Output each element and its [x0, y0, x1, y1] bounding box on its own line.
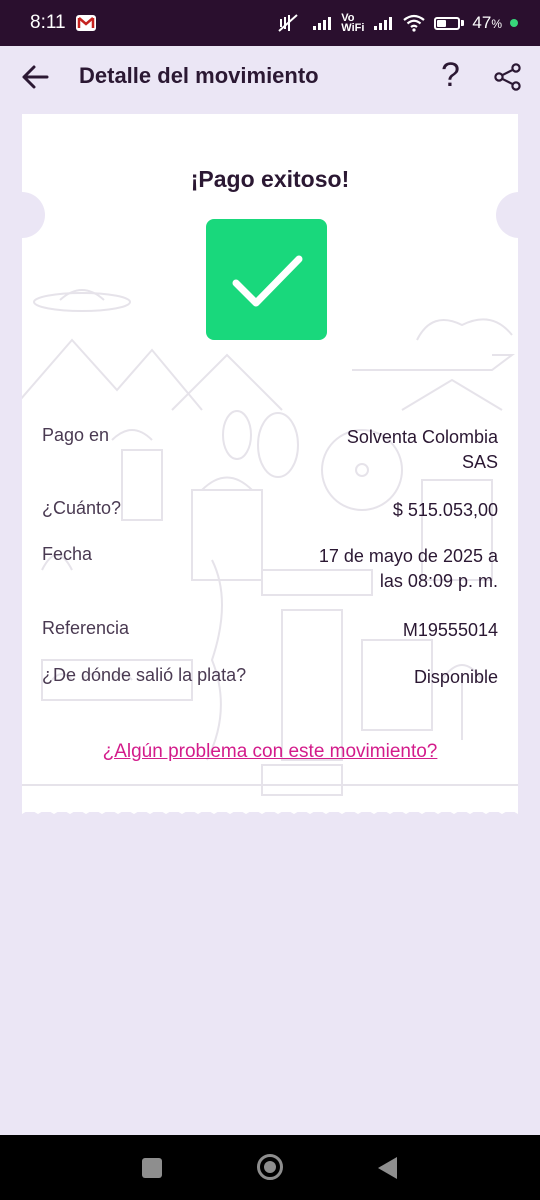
- detail-label: Fecha: [42, 544, 93, 564]
- gmail-icon: [75, 15, 96, 31]
- status-bar-left: 8:11: [30, 12, 96, 34]
- back-button-icon[interactable]: [377, 1156, 399, 1180]
- check-icon: [232, 255, 303, 307]
- back-arrow-icon[interactable]: [20, 62, 50, 92]
- detail-value: M19555014: [402, 620, 498, 640]
- success-status-badge: [206, 219, 327, 340]
- recents-button-icon[interactable]: [141, 1157, 163, 1179]
- detail-label: ¿De dónde salió la plata?: [42, 665, 247, 685]
- detail-value: Solventa Colombia SAS: [346, 427, 498, 472]
- signal-icon: [313, 17, 332, 30]
- wifi-icon: [403, 14, 426, 32]
- battery-percent: 47%: [472, 13, 502, 32]
- detail-value: Disponible: [413, 667, 498, 687]
- report-problem-link[interactable]: ¿Algún problema con este movimiento?: [22, 741, 518, 763]
- receipt-notch-left: [0, 192, 45, 238]
- signal-icon-2: [374, 17, 393, 30]
- vowifi-label: Vo WiFi: [341, 12, 365, 34]
- detail-value: 17 de mayo de 2025 a las 08:09 p. m.: [318, 546, 498, 591]
- status-bar-right: Vo WiFi 47%: [277, 12, 518, 34]
- share-icon[interactable]: [493, 62, 523, 92]
- detail-value: $ 515.053,00: [392, 500, 498, 520]
- app-bar: Detalle del movimiento ?: [0, 46, 540, 108]
- detail-label: ¿Cuánto?: [42, 498, 122, 518]
- charging-dot-icon: [510, 19, 518, 27]
- home-button-icon[interactable]: [256, 1153, 284, 1181]
- help-button[interactable]: ?: [441, 56, 460, 95]
- page-title: Detalle del movimiento: [79, 63, 319, 88]
- system-nav-bar: [0, 1135, 540, 1200]
- detail-label: Referencia: [42, 618, 130, 638]
- detail-label: Pago en: [42, 425, 110, 445]
- clock: 8:11: [30, 12, 66, 33]
- mute-vibrate-icon: [278, 14, 298, 32]
- receipt-top-edge: [22, 114, 518, 124]
- success-headline: ¡Pago exitoso!: [190, 166, 350, 192]
- battery-icon: [434, 16, 465, 30]
- receipt-notch-right: [496, 192, 540, 238]
- status-bar: 8:11 Vo WiFi 47%: [0, 0, 540, 46]
